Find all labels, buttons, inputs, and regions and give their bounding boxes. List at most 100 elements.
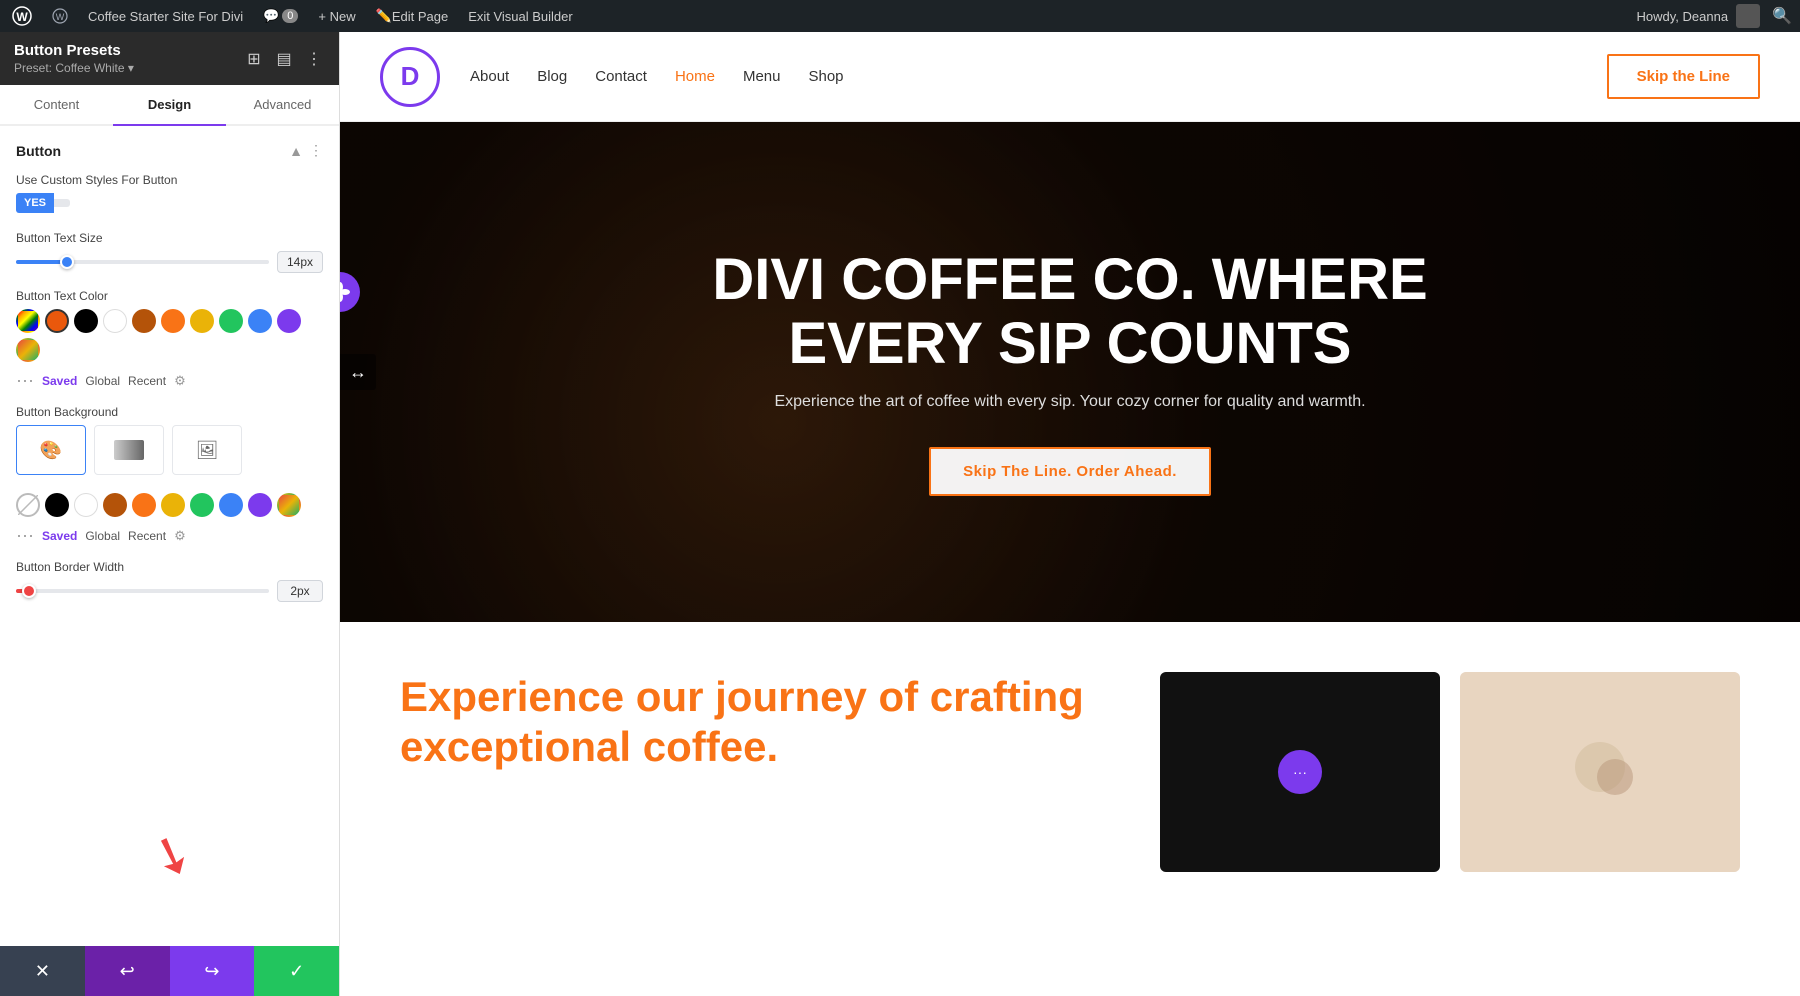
below-hero-heading: Experience our journey of crafting excep… [400,672,1130,773]
hero-cta-button[interactable]: Skip The Line. Order Ahead. [929,447,1211,496]
admin-bar-edit-page[interactable]: ✏️ Edit Page [368,0,457,32]
wp-logo-icon[interactable]: W [8,2,36,30]
color-swatch-orange2[interactable] [161,309,185,333]
admin-bar-site-icon[interactable]: W [44,0,76,32]
howdy-label: Howdy, Deanna [1637,9,1729,24]
nav-about[interactable]: About [470,68,509,85]
hero-content: DIVI COFFEE CO. WHERE EVERY SIP COUNTS E… [670,248,1470,497]
section-more-icon[interactable]: ⋮ [309,142,323,159]
toggle-yes-label[interactable]: YES [16,193,54,213]
hero-title: DIVI COFFEE CO. WHERE EVERY SIP COUNTS [670,248,1470,376]
color-meta2-dots[interactable]: ··· [16,525,34,546]
divi-arrow-button[interactable]: ↔ [340,354,376,390]
section-collapse-icon[interactable]: ▲ [289,143,303,159]
cancel-button[interactable]: ✕ [0,946,85,996]
toggle-no-label [54,199,70,207]
border-width-track[interactable] [16,589,269,593]
bg-color-trans[interactable] [16,493,40,517]
bg-color-multi[interactable] [277,493,301,517]
play-icon: ··· [1293,764,1307,780]
skip-line-nav-button[interactable]: Skip the Line [1607,54,1760,99]
tab-content[interactable]: Content [0,85,113,126]
border-width-slider-row: 2px [16,580,323,602]
color-meta2-global[interactable]: Global [85,529,120,543]
border-width-value[interactable]: 2px [277,580,323,602]
bg-color-orange[interactable] [132,493,156,517]
color-swatch-purple[interactable] [277,309,301,333]
panel-preset[interactable]: Preset: Coffee White ▾ [14,61,134,75]
below-card-dark: ··· [1160,672,1440,872]
bg-color-brown[interactable] [103,493,127,517]
admin-bar-site-name[interactable]: Coffee Starter Site For Divi [80,0,251,32]
search-icon[interactable]: 🔍 [1772,6,1792,26]
section-header: Button ▲ ⋮ [16,142,323,159]
admin-bar-exit-builder[interactable]: Exit Visual Builder [460,0,581,32]
bg-color-yellow[interactable] [161,493,185,517]
text-size-value[interactable]: 14px [277,251,323,273]
undo-button[interactable]: ↩ [85,946,170,996]
color-swatch-green[interactable] [219,309,243,333]
admin-bar-comments[interactable]: 💬 0 [255,0,306,32]
user-avatar [1736,4,1760,28]
pencil-icon: ✏️ [376,8,392,24]
text-size-track[interactable] [16,260,269,264]
border-width-thumb[interactable] [22,584,36,598]
color-swatch-yellow[interactable] [190,309,214,333]
card-play-button[interactable]: ··· [1278,750,1322,794]
color-meta-dots[interactable]: ··· [16,370,34,391]
below-hero-text: Experience our journey of crafting excep… [400,672,1130,773]
bg-image-icon: 🖼 [196,440,219,461]
color-meta2-gear-icon[interactable]: ⚙ [174,528,186,544]
tab-advanced[interactable]: Advanced [226,85,339,126]
nav-blog[interactable]: Blog [537,68,567,85]
color-meta-global[interactable]: Global [85,374,120,388]
color-swatch-white[interactable] [103,309,127,333]
bg-solid-option[interactable]: 🎨 [16,425,86,475]
color-meta-gear-icon[interactable]: ⚙ [174,373,186,389]
color-meta2-recent[interactable]: Recent [128,529,166,543]
color-meta2-row: ··· Saved Global Recent ⚙ [16,525,323,546]
save-button[interactable]: ✓ [254,946,339,996]
color-picker-swatch[interactable] [16,309,40,333]
hero-subtitle: Experience the art of coffee with every … [670,393,1470,411]
panel-tabs: Content Design Advanced [0,85,339,126]
border-width-label: Button Border Width [16,560,323,574]
hero-section: ↔ DIVI COFFEE CO. WHERE EVERY SIP COUNTS… [340,122,1800,622]
site-nav: D About Blog Contact Home Menu Shop Skip… [340,32,1800,122]
text-size-label: Button Text Size [16,231,323,245]
color-meta-recent[interactable]: Recent [128,374,166,388]
panel-icon-more[interactable]: ⋮ [303,48,325,70]
section-title: Button [16,143,61,159]
color-meta-saved[interactable]: Saved [42,374,77,388]
bg-image-option[interactable]: 🖼 [172,425,242,475]
nav-home[interactable]: Home [675,68,715,85]
bg-color-white[interactable] [74,493,98,517]
color-swatch-orange[interactable] [45,309,69,333]
site-nav-links: About Blog Contact Home Menu Shop [470,68,844,85]
color-swatch-multi[interactable] [16,338,40,362]
admin-bar-new[interactable]: + New [310,0,363,32]
panel-icon-columns[interactable]: ▤ [273,48,295,70]
below-hero-cards: ··· [1160,672,1740,872]
redo-button[interactable]: ↪ [170,946,255,996]
nav-contact[interactable]: Contact [595,68,647,85]
color-swatch-blue[interactable] [248,309,272,333]
edit-page-label: Edit Page [392,9,448,24]
bg-color-black[interactable] [45,493,69,517]
nav-menu[interactable]: Menu [743,68,781,85]
bg-gradient-option[interactable] [94,425,164,475]
custom-styles-toggle[interactable]: YES [16,193,323,213]
bg-color-purple[interactable] [248,493,272,517]
panel-icon-responsive[interactable]: ⊞ [243,48,265,70]
color-meta2-saved[interactable]: Saved [42,529,77,543]
bg-color-blue[interactable] [219,493,243,517]
bg-color-green[interactable] [190,493,214,517]
text-size-thumb[interactable] [60,255,74,269]
bg-options: 🎨 🖼 [16,425,323,475]
bg-gradient-icon [114,440,144,460]
nav-shop[interactable]: Shop [808,68,843,85]
comment-count: 0 [282,9,298,23]
color-swatch-black[interactable] [74,309,98,333]
tab-design[interactable]: Design [113,85,226,126]
color-swatch-brown[interactable] [132,309,156,333]
